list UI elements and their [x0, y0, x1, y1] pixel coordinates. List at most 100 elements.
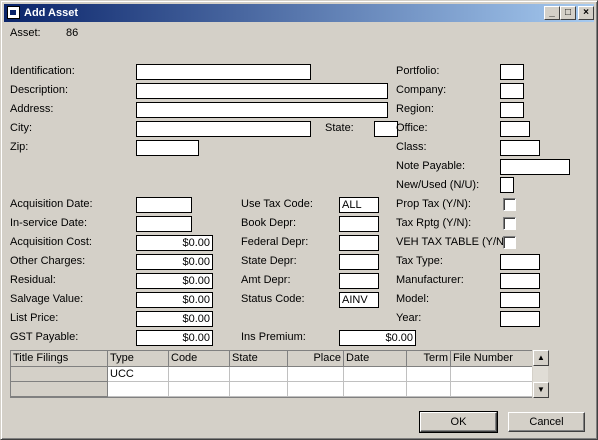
address-label: Address:: [10, 103, 54, 115]
salvage-value-field[interactable]: $0.00: [136, 292, 213, 308]
model-field[interactable]: [500, 292, 540, 308]
maximize-button[interactable]: □: [560, 6, 576, 20]
class-label: Class:: [396, 141, 427, 153]
grid-cell-file-number[interactable]: [451, 382, 533, 397]
list-price-field[interactable]: $0.00: [136, 311, 213, 327]
federal-depr-field[interactable]: [339, 235, 379, 251]
status-code-field[interactable]: AINV: [339, 292, 379, 308]
use-tax-code-field[interactable]: ALL: [339, 197, 379, 213]
grid-header-title-filings[interactable]: Title Filings: [11, 351, 108, 367]
class-field[interactable]: [500, 140, 540, 156]
state-depr-label: State Depr:: [241, 255, 297, 267]
tax-rptg-label: Tax Rptg (Y/N):: [396, 217, 472, 229]
scroll-down-icon[interactable]: ▼: [533, 382, 549, 398]
grid-header-file-number[interactable]: File Number: [451, 351, 533, 367]
office-label: Office:: [396, 122, 428, 134]
grid-cell-code[interactable]: [169, 382, 230, 397]
company-label: Company:: [396, 84, 447, 96]
residual-label: Residual:: [10, 274, 56, 286]
gst-payable-field[interactable]: $0.00: [136, 330, 213, 346]
status-code-label: Status Code:: [241, 293, 305, 305]
use-tax-code-label: Use Tax Code:: [241, 198, 313, 210]
description-field[interactable]: [136, 83, 388, 99]
grid-header-type[interactable]: Type: [108, 351, 169, 367]
tax-type-field[interactable]: [500, 254, 540, 270]
book-depr-label: Book Depr:: [241, 217, 297, 229]
region-field[interactable]: [500, 102, 524, 118]
grid-cell-file-number[interactable]: [451, 367, 533, 382]
grid-header-date[interactable]: Date: [344, 351, 407, 367]
grid-cell-type[interactable]: [108, 382, 169, 397]
office-field[interactable]: [500, 121, 530, 137]
address-field[interactable]: [136, 102, 388, 118]
grid-vertical-scrollbar[interactable]: ▲ ▼: [532, 350, 549, 398]
salvage-value-label: Salvage Value:: [10, 293, 84, 305]
amt-depr-field[interactable]: [339, 273, 379, 289]
grid-cell-type[interactable]: UCC: [108, 367, 169, 382]
acquisition-cost-field[interactable]: $0.00: [136, 235, 213, 251]
manufacturer-field[interactable]: [500, 273, 540, 289]
city-label: City:: [10, 122, 32, 134]
city-field[interactable]: [136, 121, 311, 137]
gst-payable-label: GST Payable:: [10, 331, 79, 343]
year-field[interactable]: [500, 311, 540, 327]
note-payable-label: Note Payable:: [396, 160, 466, 172]
grid-header-place[interactable]: Place: [288, 351, 344, 367]
description-label: Description:: [10, 84, 69, 96]
residual-field[interactable]: $0.00: [136, 273, 213, 289]
state-label: State:: [325, 122, 354, 134]
title-filings-grid[interactable]: Title Filings Type Code State Place Date…: [10, 350, 548, 398]
note-payable-field[interactable]: [500, 159, 570, 175]
prop-tax-checkbox[interactable]: [503, 198, 516, 211]
other-charges-field[interactable]: $0.00: [136, 254, 213, 270]
grid-row-header[interactable]: [11, 382, 108, 397]
other-charges-label: Other Charges:: [10, 255, 86, 267]
ok-button[interactable]: OK: [419, 411, 498, 433]
grid-cell-state[interactable]: [230, 367, 288, 382]
close-button[interactable]: ×: [578, 6, 594, 20]
grid-cell-place[interactable]: [288, 382, 344, 397]
grid-cell-date[interactable]: [344, 367, 407, 382]
new-used-label: New/Used (N/U):: [396, 179, 480, 191]
model-label: Model:: [396, 293, 430, 305]
grid-cell-code[interactable]: [169, 367, 230, 382]
acquisition-date-field[interactable]: [136, 197, 192, 213]
grid-row-header[interactable]: [11, 367, 108, 382]
company-field[interactable]: [500, 83, 524, 99]
identification-label: Identification:: [10, 65, 75, 77]
grid-header-code[interactable]: Code: [169, 351, 230, 367]
grid-cell-term[interactable]: [407, 367, 451, 382]
new-used-field[interactable]: [500, 177, 514, 193]
region-label: Region:: [396, 103, 434, 115]
zip-field[interactable]: [136, 140, 199, 156]
inservice-date-label: In-service Date:: [10, 217, 88, 229]
grid-cell-place[interactable]: [288, 367, 344, 382]
identification-field[interactable]: [136, 64, 311, 80]
cancel-button[interactable]: Cancel: [508, 412, 585, 432]
app-icon: [7, 6, 20, 19]
veh-tax-table-checkbox[interactable]: [503, 236, 516, 249]
tax-rptg-checkbox[interactable]: [503, 217, 516, 230]
portfolio-label: Portfolio:: [396, 65, 440, 77]
grid-cell-date[interactable]: [344, 382, 407, 397]
ins-premium-label: Ins Premium:: [241, 331, 306, 343]
scroll-up-icon[interactable]: ▲: [533, 350, 549, 366]
book-depr-field[interactable]: [339, 216, 379, 232]
inservice-date-field[interactable]: [136, 216, 192, 232]
acquisition-cost-label: Acquisition Cost:: [10, 236, 92, 248]
ins-premium-field[interactable]: $0.00: [339, 330, 416, 346]
manufacturer-label: Manufacturer:: [396, 274, 464, 286]
amt-depr-label: Amt Depr:: [241, 274, 291, 286]
grid-header-term[interactable]: Term: [407, 351, 451, 367]
portfolio-field[interactable]: [500, 64, 524, 80]
zip-label: Zip:: [10, 141, 29, 153]
prop-tax-label: Prop Tax (Y/N):: [396, 198, 471, 210]
state-depr-field[interactable]: [339, 254, 379, 270]
grid-header-state[interactable]: State: [230, 351, 288, 367]
title-bar[interactable]: Add Asset _ □ ×: [4, 4, 594, 22]
grid-cell-term[interactable]: [407, 382, 451, 397]
asset-number: 86: [66, 27, 79, 39]
minimize-button[interactable]: _: [544, 6, 560, 20]
grid-cell-state[interactable]: [230, 382, 288, 397]
state-field[interactable]: [374, 121, 398, 137]
